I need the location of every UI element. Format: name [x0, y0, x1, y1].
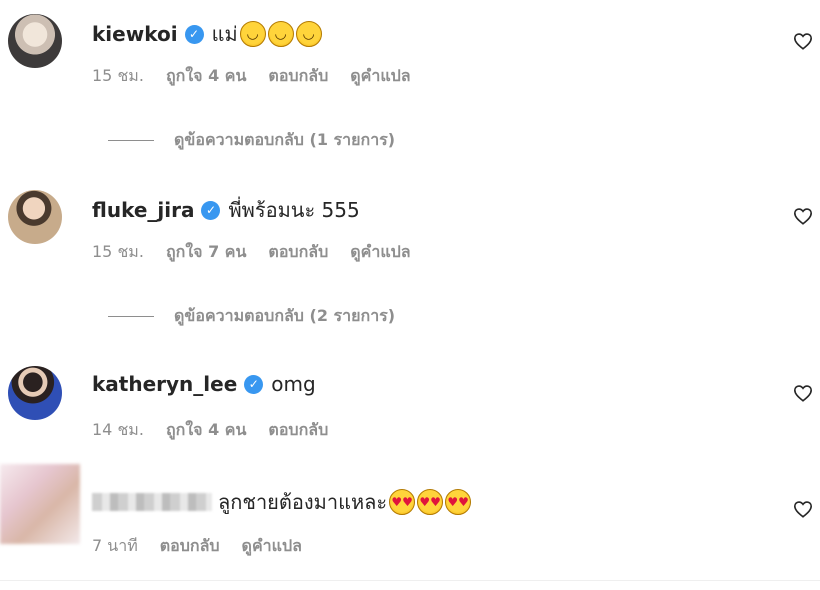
reply-button[interactable]: ตอบกลับ [160, 534, 220, 559]
like-button[interactable] [790, 496, 816, 522]
heart-outline-icon [793, 33, 813, 50]
laughing-emoji-icon: ◡ [267, 21, 294, 47]
comment-text: omg [271, 372, 316, 396]
comment-text: แม่ [211, 22, 238, 46]
like-button[interactable] [790, 380, 816, 406]
heart-outline-icon [793, 208, 813, 225]
translate-button[interactable]: ดูคำแปล [350, 240, 410, 265]
comment-text: พี่พร้อมนะ 555 [228, 198, 360, 222]
like-button[interactable] [790, 28, 816, 54]
view-replies-label[interactable]: ดูข้อความตอบกลับ (2 รายการ) [174, 304, 395, 329]
heart-eyes-emoji-icon: ♥♥ [445, 489, 472, 515]
verified-badge-icon: ✓ [201, 200, 221, 220]
username[interactable]: fluke_jira [92, 198, 194, 222]
heart-eyes-emoji-icon: ♥♥ [389, 489, 416, 515]
view-replies-label[interactable]: ดูข้อความตอบกลับ (1 รายการ) [174, 128, 395, 153]
likes-count[interactable]: ถูกใจ 4 คน [166, 418, 246, 443]
avatar[interactable] [8, 190, 62, 244]
heart-outline-icon [793, 385, 813, 402]
like-button[interactable] [790, 203, 816, 229]
heart-outline-icon [793, 501, 813, 518]
view-replies-button[interactable]: ดูข้อความตอบกลับ (2 รายการ) [108, 304, 395, 329]
avatar[interactable] [8, 14, 62, 68]
view-replies-button[interactable]: ดูข้อความตอบกลับ (1 รายการ) [108, 128, 395, 153]
avatar[interactable] [8, 366, 62, 420]
laughing-emoji-icon: ◡ [295, 21, 322, 47]
comment-text: ลูกชายต้องมาแหละ [218, 490, 388, 514]
blurred-username[interactable] [92, 493, 212, 511]
likes-count[interactable]: ถูกใจ 4 คน [166, 64, 246, 89]
timestamp[interactable]: 7 นาที [92, 534, 138, 559]
comment-header: fluke_jira ✓ พี่พร้อมนะ 555 [92, 192, 360, 228]
timestamp[interactable]: 15 ชม. [92, 240, 144, 265]
likes-count[interactable]: ถูกใจ 7 คน [166, 240, 246, 265]
comment-meta: 15 ชม. ถูกใจ 7 คน ตอบกลับ ดูคำแปล [92, 240, 433, 265]
laughing-emoji-icon: ◡ [239, 21, 266, 47]
avatar[interactable] [0, 464, 80, 544]
reply-button[interactable]: ตอบกลับ [268, 418, 328, 443]
comment-header: ลูกชายต้องมาแหละ ♥♥ ♥♥ ♥♥ [92, 484, 472, 520]
comment-meta: 7 นาที ตอบกลับ ดูคำแปล [92, 534, 324, 559]
translate-button[interactable]: ดูคำแปล [350, 64, 410, 89]
heart-eyes-emoji-icon: ♥♥ [417, 489, 444, 515]
translate-button[interactable]: ดูคำแปล [242, 534, 302, 559]
username[interactable]: kiewkoi [92, 22, 178, 46]
comment-header: katheryn_lee ✓ omg [92, 366, 316, 402]
divider [0, 580, 820, 581]
comment-header: kiewkoi ✓ แม่ ◡ ◡ ◡ [92, 16, 322, 52]
comment-meta: 15 ชม. ถูกใจ 4 คน ตอบกลับ ดูคำแปล [92, 64, 433, 89]
verified-badge-icon: ✓ [184, 24, 204, 44]
divider [108, 316, 154, 317]
verified-badge-icon: ✓ [244, 374, 264, 394]
username[interactable]: katheryn_lee [92, 372, 237, 396]
reply-button[interactable]: ตอบกลับ [268, 64, 328, 89]
timestamp[interactable]: 14 ชม. [92, 418, 144, 443]
timestamp[interactable]: 15 ชม. [92, 64, 144, 89]
reply-button[interactable]: ตอบกลับ [268, 240, 328, 265]
comment-meta: 14 ชม. ถูกใจ 4 คน ตอบกลับ [92, 418, 350, 443]
divider [108, 140, 154, 141]
